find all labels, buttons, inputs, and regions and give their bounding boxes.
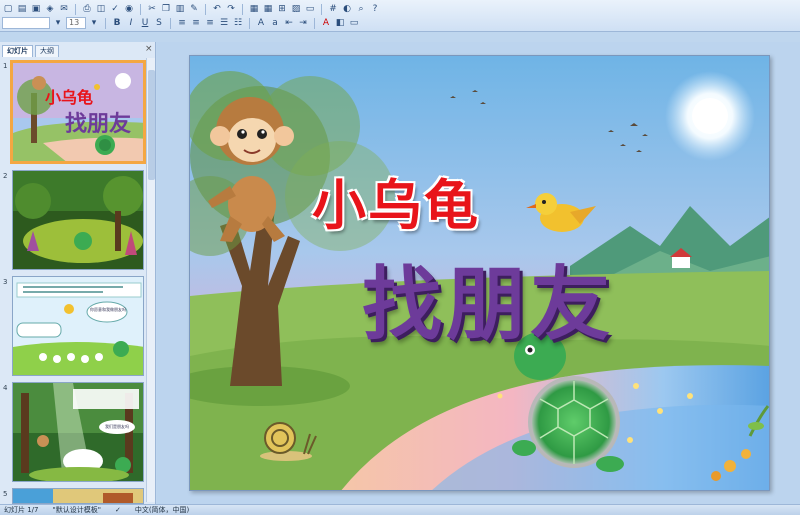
- font-color-icon[interactable]: A: [320, 17, 332, 29]
- format-painter-icon[interactable]: ✎: [188, 3, 200, 15]
- thumbnail-bubble-text: 你愿意和我做朋友吗: [90, 307, 126, 312]
- align-right-icon[interactable]: ≡: [204, 17, 216, 29]
- help-icon[interactable]: ?: [369, 3, 381, 15]
- toolbar-row-standard: ▢ ▤ ▣ ◈ ✉ ⎙ ◫ ✓ ◉ ✂ ❐ ▥ ✎ ↶ ↷ ▦ ▦ ⊞ ▨ ▭ …: [2, 2, 381, 16]
- save-icon[interactable]: ▣: [30, 3, 42, 15]
- table-icon[interactable]: ▦: [262, 3, 274, 15]
- decrease-indent-icon[interactable]: ⇤: [283, 17, 295, 29]
- italic-icon[interactable]: I: [125, 17, 137, 29]
- close-icon[interactable]: ×: [145, 45, 153, 54]
- spelling-icon[interactable]: ✓: [109, 3, 121, 15]
- slide-title-line-2[interactable]: 找朋友: [362, 240, 614, 356]
- thumbnail-art: 小乌龟 找朋友: [13, 63, 143, 161]
- chevron-down-icon[interactable]: ▾: [52, 17, 64, 29]
- increase-indent-icon[interactable]: ⇥: [297, 17, 309, 29]
- email-icon[interactable]: ✉: [58, 3, 70, 15]
- slide-thumbnail-3[interactable]: 你愿意和我做朋友吗: [12, 276, 144, 376]
- slide-number: 1: [3, 62, 8, 70]
- decrease-font-icon[interactable]: a: [269, 17, 281, 29]
- slide-position-status: 幻灯片 1/7: [4, 506, 39, 514]
- thumbnail-art: [13, 489, 143, 503]
- shadow-icon[interactable]: S: [153, 17, 165, 29]
- chevron-down-icon[interactable]: ▾: [88, 17, 100, 29]
- panel-tabs: 幻灯片 大纲: [2, 45, 59, 57]
- slide-thumbnail-4[interactable]: 我们是朋友吗: [12, 382, 144, 482]
- separator: [205, 3, 206, 15]
- slide-number: 4: [3, 384, 8, 392]
- slide-thumbnail-2[interactable]: [12, 170, 144, 270]
- copy-icon[interactable]: ❐: [160, 3, 172, 15]
- slide-title-line-1[interactable]: 小乌龟: [312, 161, 480, 240]
- thumbnail-art: [13, 277, 143, 375]
- increase-font-icon[interactable]: A: [255, 17, 267, 29]
- font-name-combo[interactable]: [2, 17, 50, 29]
- align-left-icon[interactable]: ≡: [176, 17, 188, 29]
- toolbar: ▢ ▤ ▣ ◈ ✉ ⎙ ◫ ✓ ◉ ✂ ❐ ▥ ✎ ↶ ↷ ▦ ▦ ⊞ ▨ ▭ …: [0, 0, 800, 32]
- slide-thumbnail-5[interactable]: [12, 488, 144, 504]
- slides-panel: 幻灯片 大纲 × 1 小乌龟 找朋友 2 3 你愿意和我做朋友吗 4 我们是朋友…: [0, 42, 156, 504]
- slide-number: 5: [3, 490, 8, 498]
- separator: [242, 3, 243, 15]
- bold-icon[interactable]: B: [111, 17, 123, 29]
- numbering-icon[interactable]: ☰: [218, 17, 230, 29]
- print-icon[interactable]: ⎙: [81, 3, 93, 15]
- research-icon[interactable]: ◉: [123, 3, 135, 15]
- paste-icon[interactable]: ▥: [174, 3, 186, 15]
- new-slide-icon[interactable]: ▭: [348, 17, 360, 29]
- slide-number: 3: [3, 278, 8, 286]
- insert-picture-icon[interactable]: ▨: [290, 3, 302, 15]
- language-status[interactable]: 中文(简体，中国): [135, 505, 189, 515]
- tab-outline[interactable]: 大纲: [35, 45, 59, 57]
- separator: [321, 3, 322, 15]
- grid-icon[interactable]: #: [327, 3, 339, 15]
- slide-number: 2: [3, 172, 8, 180]
- scrollbar-thumb[interactable]: [148, 70, 155, 180]
- bullets-icon[interactable]: ☷: [232, 17, 244, 29]
- toolbar-row-formatting: ▾ 13 ▾ B I U S ≡ ≡ ≡ ☰ ☷ A a ⇤ ⇥ A ◧ ▭: [2, 16, 360, 30]
- align-center-icon[interactable]: ≡: [190, 17, 202, 29]
- thumbnail-art: [13, 383, 143, 481]
- tab-slides[interactable]: 幻灯片: [2, 45, 33, 57]
- zoom-icon[interactable]: ⌕: [355, 3, 367, 15]
- cut-icon[interactable]: ✂: [146, 3, 158, 15]
- status-bar: 幻灯片 1/7 "默认设计模板" ✓ 中文(简体，中国): [0, 504, 800, 515]
- preview-icon[interactable]: ◫: [95, 3, 107, 15]
- color-grayscale-icon[interactable]: ◐: [341, 3, 353, 15]
- separator: [75, 3, 76, 15]
- tables-borders-icon[interactable]: ⊞: [276, 3, 288, 15]
- new-slide-icon[interactable]: ▭: [304, 3, 316, 15]
- template-status[interactable]: "默认设计模板": [53, 505, 101, 515]
- current-slide[interactable]: 小乌龟 找朋友: [189, 55, 770, 491]
- separator: [140, 3, 141, 15]
- svg-text:小乌龟: 小乌龟: [45, 88, 93, 107]
- thumbnail-bubble-text: 我们是朋友吗: [105, 424, 129, 429]
- separator: [314, 17, 315, 29]
- underline-icon[interactable]: U: [139, 17, 151, 29]
- font-size-combo[interactable]: 13: [66, 17, 86, 29]
- separator: [249, 17, 250, 29]
- spellcheck-icon[interactable]: ✓: [115, 506, 121, 514]
- open-icon[interactable]: ▤: [16, 3, 28, 15]
- permission-icon[interactable]: ◈: [44, 3, 56, 15]
- design-icon[interactable]: ◧: [334, 17, 346, 29]
- slide-thumbnail-1[interactable]: 小乌龟 找朋友: [10, 60, 146, 164]
- undo-icon[interactable]: ↶: [211, 3, 223, 15]
- chart-icon[interactable]: ▦: [248, 3, 260, 15]
- separator: [105, 17, 106, 29]
- redo-icon[interactable]: ↷: [225, 3, 237, 15]
- thumbnail-art: [13, 171, 143, 269]
- svg-text:找朋友: 找朋友: [65, 112, 131, 137]
- panel-scrollbar[interactable]: [146, 58, 155, 502]
- new-icon[interactable]: ▢: [2, 3, 14, 15]
- separator: [170, 17, 171, 29]
